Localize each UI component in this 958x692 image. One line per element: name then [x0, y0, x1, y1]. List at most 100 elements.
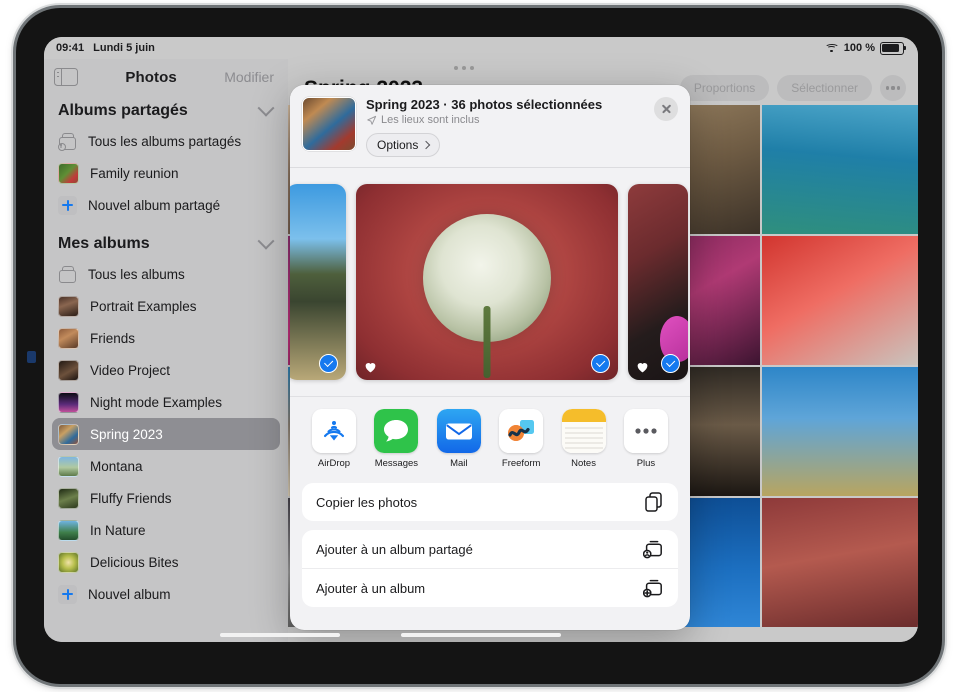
- action-group-copy: Copier les photos: [302, 483, 678, 521]
- aspect-ratio-button[interactable]: Proportions: [680, 75, 769, 101]
- location-arrow-icon: [366, 115, 377, 126]
- home-indicator-secondary[interactable]: [220, 633, 340, 638]
- chevron-down-icon[interactable]: [258, 233, 275, 250]
- sidebar-item-label: Tous les albums partagés: [88, 134, 241, 149]
- plus-icon: [58, 585, 77, 604]
- status-bar: 09:41 Lundi 5 juin 100 %: [44, 37, 918, 59]
- flower-stem: [484, 306, 491, 378]
- photo-cell[interactable]: [762, 367, 918, 496]
- sidebar-item-label: Portrait Examples: [90, 299, 197, 314]
- sidebar-item-nouvel-album[interactable]: Nouvel album: [52, 578, 280, 610]
- sidebar-item-label: Video Project: [90, 363, 170, 378]
- sidebar-item-label: In Nature: [90, 523, 146, 538]
- action-ajouter-a-un-album-partage[interactable]: Ajouter à un album partagé: [302, 530, 678, 568]
- sidebar-item-fluffy-friends[interactable]: Fluffy Friends: [52, 482, 280, 514]
- share-target-mail[interactable]: Mail: [433, 409, 485, 469]
- sidebar-item-video-project[interactable]: Video Project: [52, 354, 280, 386]
- add-to-album-icon: [643, 578, 664, 598]
- album-thumbnail: [58, 163, 79, 184]
- section-header-my-albums[interactable]: Mes albums: [44, 221, 288, 258]
- album-thumbnail: [58, 424, 79, 445]
- album-thumbnail: [58, 360, 79, 381]
- home-indicator[interactable]: [401, 633, 561, 638]
- selected-check-icon: [319, 354, 338, 373]
- album-thumbnail: [58, 296, 79, 317]
- share-target-label: Plus: [637, 458, 655, 469]
- preview-portrait-photo[interactable]: [628, 184, 688, 380]
- photo-cell[interactable]: [762, 105, 918, 234]
- photo-cell[interactable]: [762, 498, 918, 627]
- action-ajouter-a-un-album[interactable]: Ajouter à un album: [302, 568, 678, 607]
- share-target-notes[interactable]: Notes: [558, 409, 610, 469]
- share-target-label: Freeform: [502, 458, 541, 469]
- share-target-airdrop[interactable]: AirDrop: [308, 409, 360, 469]
- album-thumbnail: [58, 328, 79, 349]
- more-options-button[interactable]: [880, 75, 906, 101]
- sidebar-item-nouvel-album-partage[interactable]: Nouvel album partagé: [52, 189, 280, 221]
- sidebar-item-montana[interactable]: Montana: [52, 450, 280, 482]
- close-icon[interactable]: [654, 97, 678, 121]
- sidebar-item-friends[interactable]: Friends: [52, 322, 280, 354]
- copy-icon: [645, 492, 664, 512]
- chevron-down-icon[interactable]: [258, 100, 275, 117]
- sidebar-item-portrait-examples[interactable]: Portrait Examples: [52, 290, 280, 322]
- album-thumbnail: [58, 392, 79, 413]
- all-albums-icon: [58, 265, 77, 284]
- select-button[interactable]: Sélectionner: [777, 75, 872, 101]
- favorite-heart-icon: [364, 361, 377, 373]
- status-date: Lundi 5 juin: [93, 42, 155, 54]
- sidebar-item-label: Nouvel album partagé: [88, 198, 220, 213]
- share-target-label: Messages: [375, 458, 418, 469]
- action-group-albums: Ajouter à un album partagé Ajouter à un …: [302, 530, 678, 607]
- share-subtitle: Les lieux sont inclus: [381, 114, 479, 126]
- selected-check-icon: [591, 354, 610, 373]
- share-target-freeform[interactable]: Freeform: [495, 409, 547, 469]
- share-actions: Copier les photos Ajouter à un album par…: [290, 479, 690, 616]
- sidebar-item-tous-les-albums[interactable]: Tous les albums: [52, 258, 280, 290]
- share-target-plus[interactable]: Plus: [620, 409, 672, 469]
- options-button[interactable]: Options: [366, 133, 440, 157]
- selected-check-icon: [661, 354, 680, 373]
- volume-button: [27, 351, 36, 363]
- multitasking-control[interactable]: [44, 59, 918, 77]
- album-thumbnail: [58, 520, 79, 541]
- status-time: 09:41: [56, 42, 84, 54]
- action-label: Ajouter à un album: [316, 581, 425, 596]
- action-copier-les-photos[interactable]: Copier les photos: [302, 483, 678, 521]
- sidebar-item-night-mode-examples[interactable]: Night mode Examples: [52, 386, 280, 418]
- preview-hillside-photo[interactable]: [290, 184, 346, 380]
- sidebar-item-label: Friends: [90, 331, 135, 346]
- ellipsis-icon: [454, 66, 474, 70]
- sidebar-item-delicious-bites[interactable]: Delicious Bites: [52, 546, 280, 578]
- sidebar-item-spring-2023[interactable]: Spring 2023: [52, 418, 280, 450]
- ipad-screen: 09:41 Lundi 5 juin 100 % Photos Modifier…: [44, 37, 918, 642]
- chevron-right-icon: [422, 141, 430, 149]
- messages-icon: [374, 409, 418, 453]
- selection-thumbnail: [302, 97, 356, 151]
- notes-icon: [562, 409, 606, 453]
- preview-allium-flower-photo[interactable]: [356, 184, 618, 380]
- share-sheet: Spring 2023 · 36 photos sélectionnées Le…: [290, 85, 690, 630]
- section-title: Albums partagés: [58, 102, 188, 120]
- photo-cell[interactable]: [762, 236, 918, 365]
- share-target-label: AirDrop: [318, 458, 350, 469]
- sidebar-item-family-reunion[interactable]: Family reunion: [52, 157, 280, 189]
- ipad-device-frame: 09:41 Lundi 5 juin 100 % Photos Modifier…: [16, 8, 942, 684]
- action-label: Copier les photos: [316, 495, 417, 510]
- wifi-icon: [825, 43, 839, 54]
- sidebar-item-label: Night mode Examples: [90, 395, 222, 410]
- share-target-label: Mail: [450, 458, 467, 469]
- share-targets-row: AirDrop Messages: [290, 396, 690, 479]
- sidebar-item-tous-les-albums-partages[interactable]: Tous les albums partagés: [52, 125, 280, 157]
- sidebar-item-label: Tous les albums: [88, 267, 185, 282]
- more-ellipsis-icon: [624, 409, 668, 453]
- share-target-label: Notes: [571, 458, 596, 469]
- section-header-shared-albums[interactable]: Albums partagés: [44, 95, 288, 125]
- battery-icon: [880, 42, 904, 55]
- sidebar-item-in-nature[interactable]: In Nature: [52, 514, 280, 546]
- sidebar-item-label: Spring 2023: [90, 427, 163, 442]
- share-target-messages[interactable]: Messages: [370, 409, 422, 469]
- sidebar-item-label: Nouvel album: [88, 587, 171, 602]
- action-label: Ajouter à un album partagé: [316, 542, 473, 557]
- sidebar-item-label: Fluffy Friends: [90, 491, 172, 506]
